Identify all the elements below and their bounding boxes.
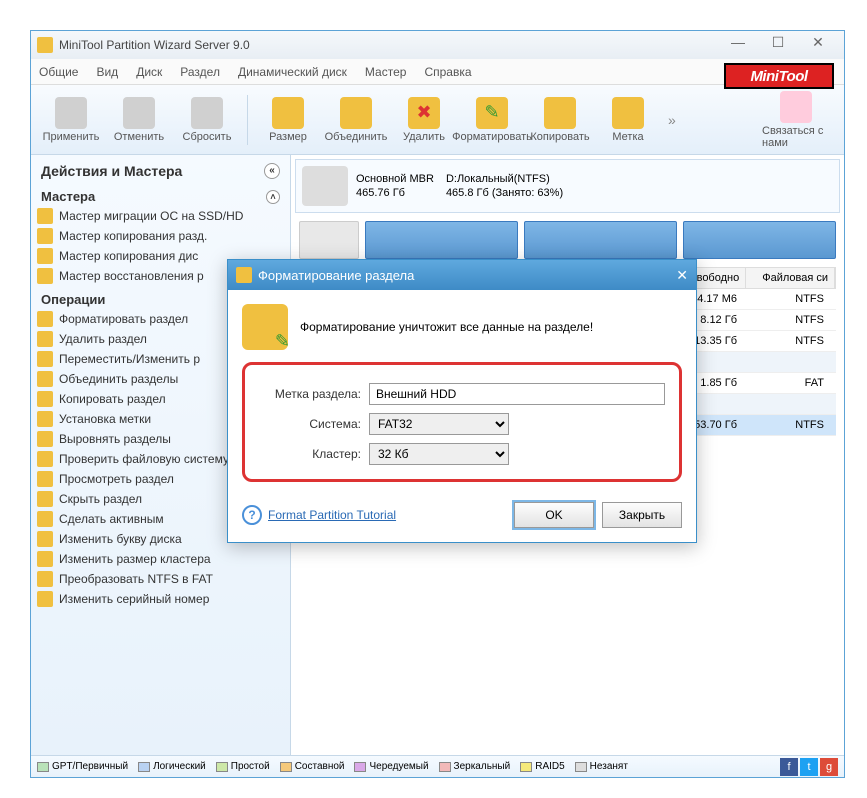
delete-icon: [408, 97, 440, 129]
copy-icon: [544, 97, 576, 129]
disk-mbr-label: Основной MBR: [356, 172, 434, 186]
filesystem-select[interactable]: FAT32: [369, 413, 509, 435]
statusbar: GPT/Первичный Логический Простой Составн…: [31, 755, 844, 777]
menubar: Общие Вид Диск Раздел Динамический диск …: [31, 59, 844, 85]
dialog-titlebar: Форматирование раздела ✕: [228, 260, 696, 290]
gplus-icon[interactable]: g: [820, 758, 838, 776]
legend-mirrored: Зеркальный: [439, 761, 511, 772]
twitter-icon[interactable]: t: [800, 758, 818, 776]
partition-label-input[interactable]: [369, 383, 665, 405]
label-button[interactable]: Метка: [594, 89, 662, 151]
disk-header: Основной MBR 465.76 Гб D:Локальный(NTFS)…: [295, 159, 840, 213]
apply-button[interactable]: Применить: [37, 89, 105, 151]
cluster-select[interactable]: 32 Кб: [369, 443, 509, 465]
partition-box[interactable]: [365, 221, 518, 259]
resize-icon: [272, 97, 304, 129]
close-button[interactable]: Закрыть: [602, 502, 682, 528]
menu-dynamic-disk[interactable]: Динамический диск: [238, 65, 347, 79]
reset-icon: [191, 97, 223, 129]
delete-button[interactable]: Удалить: [390, 89, 458, 151]
undo-icon: [123, 97, 155, 129]
menu-help[interactable]: Справка: [424, 65, 471, 79]
legend-striped: Чередуемый: [354, 761, 428, 772]
warning-icon: [242, 304, 288, 350]
legend-raid5: RAID5: [520, 761, 564, 772]
contact-button[interactable]: Связаться с нами: [762, 89, 830, 151]
format-icon: [476, 97, 508, 129]
chevron-up-icon[interactable]: ˄: [266, 190, 280, 204]
dialog-title: Форматирование раздела: [258, 268, 676, 283]
copy-button[interactable]: Копировать: [526, 89, 594, 151]
legend-logical: Логический: [138, 761, 206, 772]
disk-icon: [302, 166, 348, 206]
toolbar-separator: [247, 95, 248, 145]
menu-view[interactable]: Вид: [96, 65, 118, 79]
resize-button[interactable]: Размер: [254, 89, 322, 151]
social-links: f t g: [780, 758, 838, 776]
op-convert-ntfs-fat[interactable]: Преобразовать NTFS в FAT: [31, 569, 290, 589]
partition-label-label: Метка раздела:: [259, 387, 369, 401]
dialog-body: Форматирование уничтожит все данные на р…: [228, 290, 696, 496]
wizard-migrate-os[interactable]: Мастер миграции ОС на SSD/HD: [31, 206, 290, 226]
form-highlighted-zone: Метка раздела: Система: FAT32 Кластер: 3…: [242, 362, 682, 482]
menu-disk[interactable]: Диск: [136, 65, 162, 79]
warning-text: Форматирование уничтожит все данные на р…: [300, 320, 593, 334]
menu-partition[interactable]: Раздел: [180, 65, 220, 79]
legend-simple: Простой: [216, 761, 270, 772]
dialog-icon: [236, 267, 252, 283]
op-change-serial[interactable]: Изменить серийный номер: [31, 589, 290, 609]
facebook-icon[interactable]: f: [780, 758, 798, 776]
warning-row: Форматирование уничтожит все данные на р…: [242, 304, 682, 350]
merge-icon: [340, 97, 372, 129]
ok-button[interactable]: OK: [514, 502, 594, 528]
wizards-section: Мастера ˄: [31, 183, 290, 206]
partition-box[interactable]: [683, 221, 836, 259]
check-icon: [55, 97, 87, 129]
titlebar: MiniTool Partition Wizard Server 9.0 — ☐…: [31, 31, 844, 59]
dialog-footer: ? Format Partition Tutorial OK Закрыть: [228, 496, 696, 542]
partition-bar: [291, 217, 844, 263]
undo-button[interactable]: Отменить: [105, 89, 173, 151]
brand-logo: MiniTool: [724, 63, 834, 89]
legend-gpt: GPT/Первичный: [37, 761, 128, 772]
format-partition-dialog: Форматирование раздела ✕ Форматирование …: [227, 259, 697, 543]
sidebar-header: Действия и Мастера «: [31, 155, 290, 183]
op-change-cluster[interactable]: Изменить размер кластера: [31, 549, 290, 569]
toolbar: Применить Отменить Сбросить Размер Объед…: [31, 85, 844, 155]
support-icon: [780, 91, 812, 123]
wizard-copy-partition[interactable]: Мастер копирования разд.: [31, 226, 290, 246]
merge-button[interactable]: Объединить: [322, 89, 390, 151]
legend-spanned: Составной: [280, 761, 345, 772]
col-filesystem[interactable]: Файловая си: [746, 268, 835, 288]
partition-box[interactable]: [299, 221, 359, 259]
maximize-button[interactable]: ☐: [758, 34, 798, 56]
menu-wizard[interactable]: Мастер: [365, 65, 407, 79]
format-button[interactable]: Форматировать: [458, 89, 526, 151]
reset-button[interactable]: Сбросить: [173, 89, 241, 151]
partition-box[interactable]: [524, 221, 677, 259]
close-button[interactable]: ✕: [798, 34, 838, 56]
collapse-icon[interactable]: «: [264, 163, 280, 179]
label-icon: [612, 97, 644, 129]
minimize-button[interactable]: —: [718, 34, 758, 56]
disk-size-label: 465.76 Гб: [356, 186, 434, 200]
legend-unallocated: Незанят: [575, 761, 628, 772]
disk-volume-label: D:Локальный(NTFS): [446, 172, 563, 186]
help-icon[interactable]: ?: [242, 505, 262, 525]
cluster-label: Кластер:: [259, 447, 369, 461]
tutorial-link[interactable]: Format Partition Tutorial: [268, 508, 396, 522]
filesystem-label: Система:: [259, 417, 369, 431]
dialog-close-button[interactable]: ✕: [676, 267, 688, 284]
disk-usage-label: 465.8 Гб (Занято: 63%): [446, 186, 563, 200]
app-title: MiniTool Partition Wizard Server 9.0: [59, 38, 718, 52]
app-icon: [37, 37, 53, 53]
toolbar-overflow[interactable]: »: [668, 112, 676, 128]
menu-general[interactable]: Общие: [39, 65, 78, 79]
